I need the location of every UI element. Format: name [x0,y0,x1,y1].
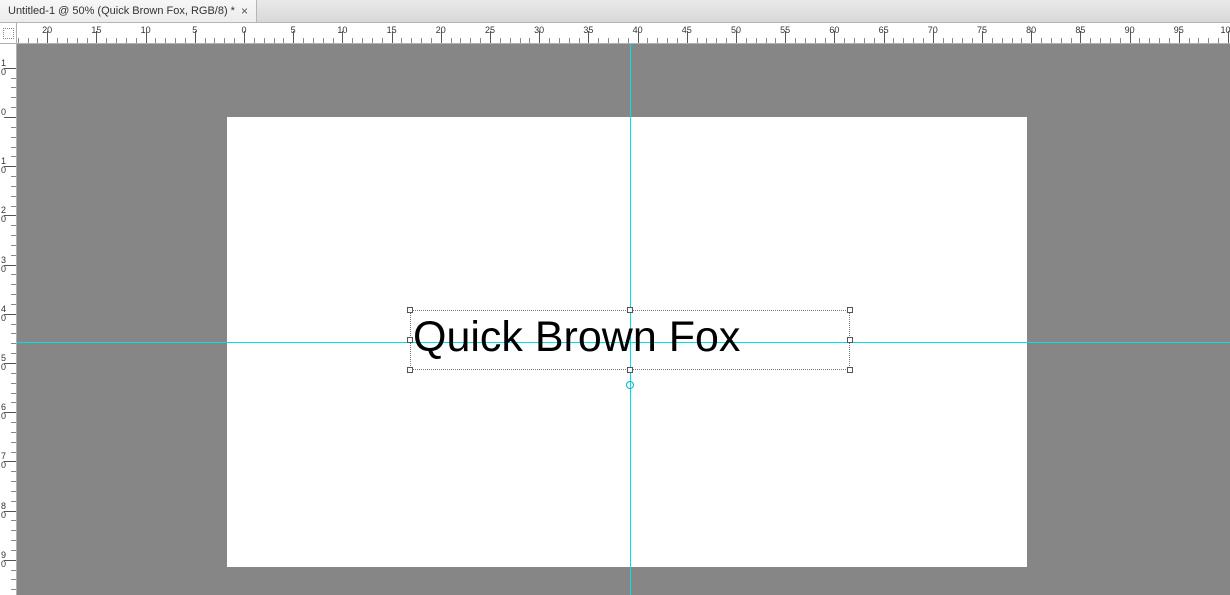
vertical-ruler[interactable]: 100102030405060708090100 [0,44,17,595]
close-icon[interactable]: × [241,5,248,17]
document-tab[interactable]: Untitled-1 @ 50% (Quick Brown Fox, RGB/8… [0,0,257,22]
canvas-viewport[interactable]: Quick Brown Fox [17,44,1230,595]
transform-anchor-icon[interactable] [626,381,634,389]
horizontal-ruler[interactable]: 2520151050510152025303540455055606570758… [17,23,1230,44]
document-tabbar: Untitled-1 @ 50% (Quick Brown Fox, RGB/8… [0,0,1230,23]
ruler-origin-box[interactable] [0,23,17,44]
text-layer-content: Quick Brown Fox [413,313,740,361]
vruler-label: 0 [1,108,11,117]
text-layer[interactable]: Quick Brown Fox [413,313,740,362]
document-tab-title: Untitled-1 @ 50% (Quick Brown Fox, RGB/8… [8,5,235,17]
workspace: 2520151050510152025303540455055606570758… [0,23,1230,595]
